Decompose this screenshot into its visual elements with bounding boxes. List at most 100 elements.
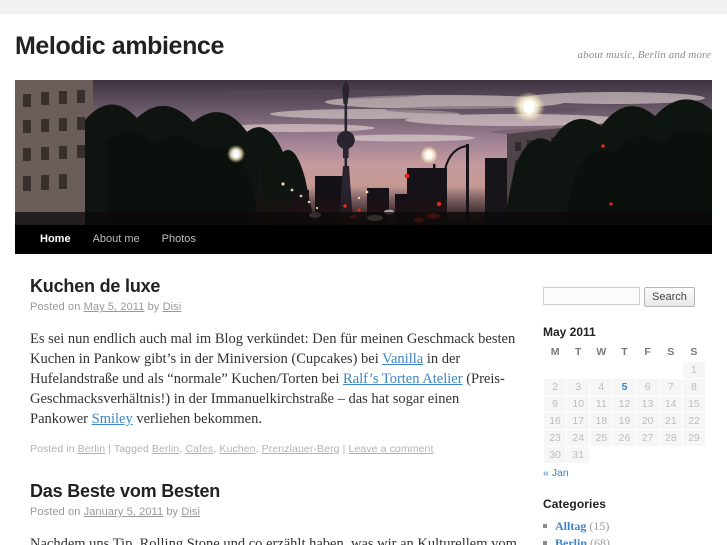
search-button[interactable]: Search [644, 287, 695, 307]
calendar-head: M T W T F S S [544, 344, 705, 361]
calendar-week-row: 30 31 [544, 447, 705, 463]
calendar-week-row: 1 [544, 362, 705, 378]
calendar-day-cell: 13 [636, 396, 659, 412]
inline-link-ralfs-torten-atelier[interactable]: Ralf’s Torten Atelier [343, 371, 463, 387]
category-count: (68) [590, 536, 610, 545]
leave-a-comment-link[interactable]: Leave a comment [349, 443, 434, 455]
tag-link-berlin[interactable]: Berlin [152, 443, 179, 455]
calendar-empty-cell [660, 447, 682, 463]
nav-item-photos[interactable]: Photos [151, 225, 207, 254]
calendar-body: 1 2 3 4 5 6 7 8 9 10 11 12 13 14 15 16 17 18 19 20 21 22 23 24 2… [544, 362, 705, 463]
category-link-berlin[interactable]: Berlin [78, 443, 105, 455]
calendar-day-with-post[interactable]: 5 [613, 379, 636, 395]
bullet-icon [543, 524, 547, 528]
calendar-day-cell: 9 [544, 396, 567, 412]
calendar-day-cell: 11 [590, 396, 613, 412]
calendar-day-cell: 6 [636, 379, 659, 395]
nav-list: Home About me Photos [15, 225, 712, 254]
post-article: Das Beste vom Besten Posted on January 5… [30, 481, 519, 545]
tagged-label: Tagged [113, 443, 152, 455]
site-title[interactable]: Melodic ambience [15, 32, 224, 61]
category-link-alltag[interactable]: Alltag [555, 519, 586, 533]
calendar-day-cell: 18 [590, 413, 613, 429]
post-author-link[interactable]: Disi [181, 506, 200, 518]
post-meta-by: by [144, 301, 163, 313]
header-banner-image [15, 80, 712, 225]
calendar-day-cell: 17 [567, 413, 590, 429]
bullet-icon [543, 541, 547, 545]
calendar-caption: May 2011 [543, 325, 596, 339]
calendar-empty-cell [567, 362, 589, 378]
categories-widget: Categories Alltag (15) Berlin (68) [543, 497, 712, 545]
tag-link-cafes[interactable]: Cafes [185, 443, 213, 455]
footer-separator: | [105, 443, 114, 455]
post-date-link[interactable]: January 5, 2011 [84, 506, 164, 518]
posted-in-label: Posted in [30, 443, 78, 455]
calendar-empty-cell [590, 362, 612, 378]
calendar-day-cell: 23 [544, 430, 567, 446]
calendar-day-link[interactable]: 5 [622, 381, 628, 393]
nav-item-home[interactable]: Home [29, 225, 82, 254]
post-meta-prefix: Posted on [30, 506, 84, 518]
post-date-link[interactable]: May 5, 2011 [84, 301, 145, 313]
post-title[interactable]: Kuchen de luxe [30, 276, 519, 297]
nav-link-photos[interactable]: Photos [151, 225, 207, 254]
main-columns: Kuchen de luxe Posted on May 5, 2011 by … [15, 254, 712, 545]
post-meta-by: by [163, 506, 182, 518]
tag-link-kuchen[interactable]: Kuchen [219, 443, 255, 455]
calendar-widget: May 2011 M T W T F S S 1 2 3 4 5 6 7 8 9… [543, 325, 712, 479]
calendar-prev-month-link[interactable]: « Jan [543, 467, 569, 479]
calendar-day-cell: 31 [567, 447, 590, 463]
tag-link-prenzlauer-berg[interactable]: Prenzlauer-Berg [262, 443, 340, 455]
page-wrapper: Melodic ambience about music, Berlin and… [15, 14, 712, 545]
calendar-day-cell: 4 [590, 379, 613, 395]
calendar-empty-cell [660, 362, 682, 378]
calendar-day-cell: 12 [613, 396, 636, 412]
primary-navigation: Home About me Photos [15, 225, 712, 254]
calendar-day-cell: 27 [636, 430, 659, 446]
calendar-day-cell: 15 [682, 396, 705, 412]
inline-link-smiley[interactable]: Smiley [92, 411, 133, 427]
calendar-empty-cell [613, 447, 635, 463]
calendar-empty-cell [544, 362, 566, 378]
calendar-weekday: T [575, 346, 582, 358]
site-description: about music, Berlin and more [577, 49, 711, 61]
calendar-day-cell: 14 [659, 396, 682, 412]
calendar-day-cell: 24 [567, 430, 590, 446]
inline-link-vanilla[interactable]: Vanilla [382, 351, 423, 367]
calendar-weekday: T [621, 346, 628, 358]
calendar-week-row: 16 17 18 19 20 21 22 [544, 413, 705, 429]
calendar-week-row: 23 24 25 26 27 28 29 [544, 430, 705, 446]
calendar-table: May 2011 M T W T F S S 1 2 3 4 5 6 7 8 9… [543, 325, 706, 464]
post-body: Es sei nun endlich auch mal im Blog verk… [30, 329, 519, 429]
page-root: Melodic ambience about music, Berlin and… [0, 0, 727, 545]
nav-link-about-me[interactable]: About me [82, 225, 151, 254]
calendar-day-cell: 8 [682, 379, 705, 395]
text-run: verliehen bekommen. [132, 411, 262, 427]
calendar-day-cell: 22 [682, 413, 705, 429]
calendar-day-cell: 28 [659, 430, 682, 446]
post-title[interactable]: Das Beste vom Besten [30, 481, 519, 502]
calendar-week-row: 9 10 11 12 13 14 15 [544, 396, 705, 412]
calendar-day-cell: 1 [682, 362, 705, 378]
post-article: Kuchen de luxe Posted on May 5, 2011 by … [30, 276, 519, 455]
search-input[interactable] [543, 287, 640, 305]
calendar-weekday-row: M T W T F S S [544, 344, 705, 361]
calendar-day-cell: 2 [544, 379, 567, 395]
calendar-empty-cell [637, 447, 659, 463]
category-list-item: Berlin (68) [543, 535, 712, 545]
calendar-day-cell: 25 [590, 430, 613, 446]
post-author-link[interactable]: Disi [163, 301, 182, 313]
calendar-weekday: W [596, 346, 607, 358]
calendar-weekday: M [550, 346, 560, 358]
category-link-berlin[interactable]: Berlin [555, 536, 587, 545]
nav-link-home[interactable]: Home [29, 225, 82, 254]
calendar-empty-cell [637, 362, 659, 378]
calendar-empty-cell [613, 362, 635, 378]
calendar-empty-cell [590, 447, 612, 463]
nav-item-about-me[interactable]: About me [82, 225, 151, 254]
category-count: (15) [589, 519, 610, 533]
calendar-day-cell: 7 [659, 379, 682, 395]
calendar-day-cell: 20 [636, 413, 659, 429]
banner-artwork [15, 80, 712, 225]
